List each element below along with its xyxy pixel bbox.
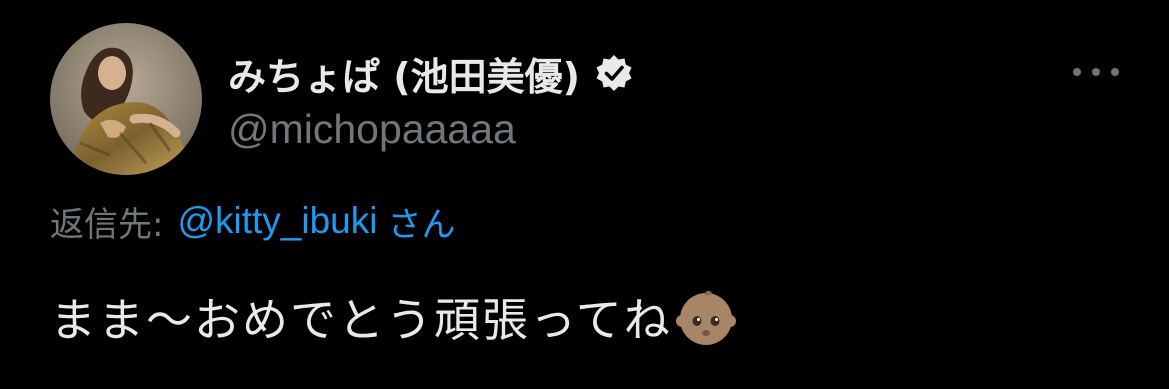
reply-to-handle-link[interactable]: @kitty_ibuki bbox=[177, 200, 377, 242]
profile-photo bbox=[50, 23, 202, 175]
more-dot bbox=[1073, 68, 1081, 76]
author-handle[interactable]: @michopaaaaa bbox=[228, 106, 516, 153]
more-dot bbox=[1092, 68, 1100, 76]
reply-prefix-label: 返信先: bbox=[50, 204, 164, 245]
baby-emoji-icon bbox=[674, 285, 738, 349]
more-horizontal-icon[interactable] bbox=[1073, 66, 1119, 78]
avatar[interactable] bbox=[50, 23, 202, 175]
author-name-row[interactable]: みちょぱ (池田美優) bbox=[228, 46, 634, 101]
reply-context: 返信先: @kitty_ibuki さん bbox=[50, 196, 455, 246]
tweet-body: まま〜おめでとう頑張ってね bbox=[50, 282, 738, 352]
tweet-text: まま〜おめでとう頑張ってね bbox=[50, 293, 672, 347]
reply-suffix-label: さん bbox=[387, 204, 456, 245]
author-display-name[interactable]: みちょぱ (池田美優) bbox=[228, 46, 580, 101]
verified-badge-icon bbox=[594, 53, 634, 93]
more-dot bbox=[1111, 68, 1119, 76]
